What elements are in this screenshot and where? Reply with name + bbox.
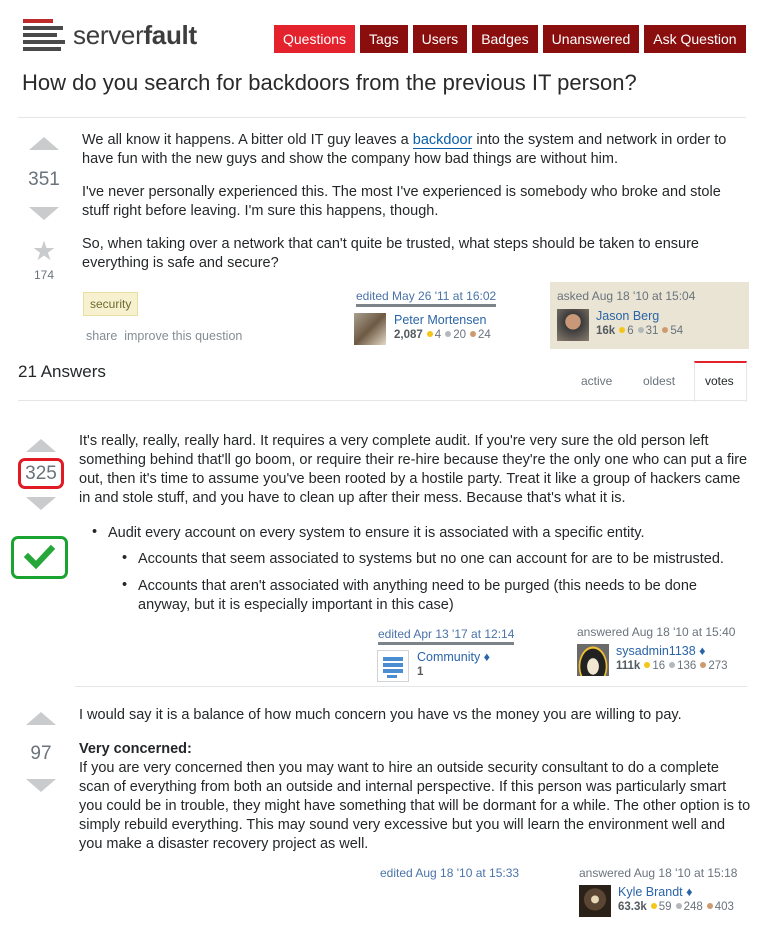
question-actions: share improve this question	[86, 329, 242, 343]
tag-security[interactable]: security	[83, 292, 139, 316]
editor-name[interactable]: Community ♦	[417, 650, 490, 664]
question-vote-cell: 351 ★ 174	[14, 137, 74, 282]
improve-question-link[interactable]: improve this question	[124, 329, 242, 343]
answer-paragraph: It's really, really, really hard. It req…	[79, 433, 748, 506]
favorite-count: 174	[33, 268, 55, 282]
answer1-body: It's really, really, really hard. It req…	[79, 432, 751, 522]
answer-paragraph: I would say it is a balance of how much …	[79, 707, 682, 723]
nav-tags[interactable]: Tags	[360, 25, 408, 53]
tab-active[interactable]: active	[581, 374, 612, 388]
edited-timestamp[interactable]: edited Aug 18 '10 at 15:33	[380, 866, 519, 880]
answer2-author-card: answered Aug 18 '10 at 15:18 Kyle Brandt…	[579, 866, 754, 917]
author-name[interactable]: sysadmin1138 ♦	[616, 644, 728, 658]
answer-heading: Very concerned:	[79, 741, 192, 757]
asker-name[interactable]: Jason Berg	[596, 309, 683, 323]
nav-questions[interactable]: Questions	[274, 25, 356, 53]
site-logo[interactable]: serverfault	[23, 17, 197, 53]
nav-users[interactable]: Users	[412, 25, 468, 53]
question-title[interactable]: How do you search for backdoors from the…	[22, 70, 637, 96]
answer-divider	[75, 686, 747, 687]
asked-timestamp: asked Aug 18 '10 at 15:04	[557, 289, 696, 303]
answer-paragraph: If you are very concerned then you may w…	[79, 760, 751, 852]
title-divider	[18, 117, 746, 118]
answers-count: 21 Answers	[18, 362, 106, 381]
answer1-editor-card: edited Apr 13 '17 at 12:14 Community ♦ 1	[377, 625, 567, 682]
editor-name[interactable]: Peter Mortensen	[394, 313, 491, 327]
answer2-body: I would say it is a balance of how much …	[79, 706, 751, 868]
nav-badges[interactable]: Badges	[472, 25, 538, 53]
nav-unanswered[interactable]: Unanswered	[542, 25, 640, 53]
list-item: • Accounts that aren't associated with an…	[122, 577, 697, 613]
answer1-list: • Audit every account on every system to …	[92, 524, 752, 615]
asker-reputation: 16k 6 31 54	[596, 325, 684, 337]
upvote-icon[interactable]	[26, 712, 56, 725]
tab-votes-selected: votes	[694, 361, 747, 402]
answer2-vote-count: 97	[30, 743, 52, 764]
author-reputation: 63.3k 59 248 403	[618, 901, 734, 913]
main-nav: Questions Tags Users Badges Unanswered A…	[274, 25, 746, 53]
answer1-vote-highlight: 325	[18, 458, 64, 489]
downvote-icon[interactable]	[26, 779, 56, 792]
answered-timestamp: answered Aug 18 '10 at 15:18	[579, 866, 738, 880]
downvote-icon[interactable]	[26, 497, 56, 510]
upvote-icon[interactable]	[26, 439, 56, 452]
author-reputation: 111k 16 136 273	[616, 660, 728, 672]
favorite-star-icon[interactable]: ★	[14, 238, 74, 265]
list-item: • Accounts that seem associated to system…	[122, 550, 724, 567]
upvote-icon[interactable]	[29, 137, 59, 150]
question-body: We all know it happens. A bitter old IT …	[82, 131, 750, 287]
editor-reputation: 2,087 4 20 24	[394, 329, 491, 341]
downvote-icon[interactable]	[29, 207, 59, 220]
avatar[interactable]	[579, 885, 611, 917]
share-link[interactable]: share	[86, 329, 117, 343]
avatar[interactable]	[354, 313, 386, 345]
logo-text: serverfault	[73, 19, 197, 50]
answers-divider	[18, 400, 747, 401]
serverfault-logo-icon	[23, 19, 67, 51]
answer2-vote-cell: 97	[11, 712, 71, 792]
question-vote-count: 351	[28, 169, 60, 190]
question-asker-card: asked Aug 18 '10 at 15:04 Jason Berg 16k…	[550, 282, 749, 349]
answer1-vote-cell: 325	[11, 439, 71, 510]
tab-oldest[interactable]: oldest	[643, 374, 675, 388]
question-paragraph: So, when taking over a network that can'…	[82, 236, 699, 271]
community-avatar-icon[interactable]	[377, 650, 409, 682]
answered-timestamp: answered Aug 18 '10 at 15:40	[577, 625, 736, 639]
edited-timestamp[interactable]: edited May 26 '11 at 16:02	[356, 289, 497, 307]
question-editor-card: edited May 26 '11 at 16:02 Peter Mortens…	[354, 287, 544, 345]
accepted-answer-icon	[11, 536, 68, 579]
list-item: • Audit every account on every system to …	[92, 524, 645, 541]
edited-timestamp[interactable]: edited Apr 13 '17 at 12:14	[378, 627, 515, 645]
question-paragraph: I've never personally experienced this. …	[82, 184, 721, 219]
tab-votes[interactable]: votes	[705, 374, 734, 388]
question-paragraph: We all know it happens. A bitter old IT …	[82, 132, 727, 167]
answer1-author-card: answered Aug 18 '10 at 15:40 sysadmin113…	[577, 625, 752, 676]
avatar[interactable]	[557, 309, 589, 341]
avatar[interactable]	[577, 644, 609, 676]
nav-ask-question[interactable]: Ask Question	[644, 25, 746, 53]
backdoor-link[interactable]: backdoor	[412, 132, 473, 149]
answer1-vote-count: 325	[25, 463, 57, 484]
author-name[interactable]: Kyle Brandt ♦	[618, 885, 734, 899]
editor-reputation: 1	[417, 666, 424, 678]
answer-sort-tabs: active oldest votes	[563, 361, 747, 402]
